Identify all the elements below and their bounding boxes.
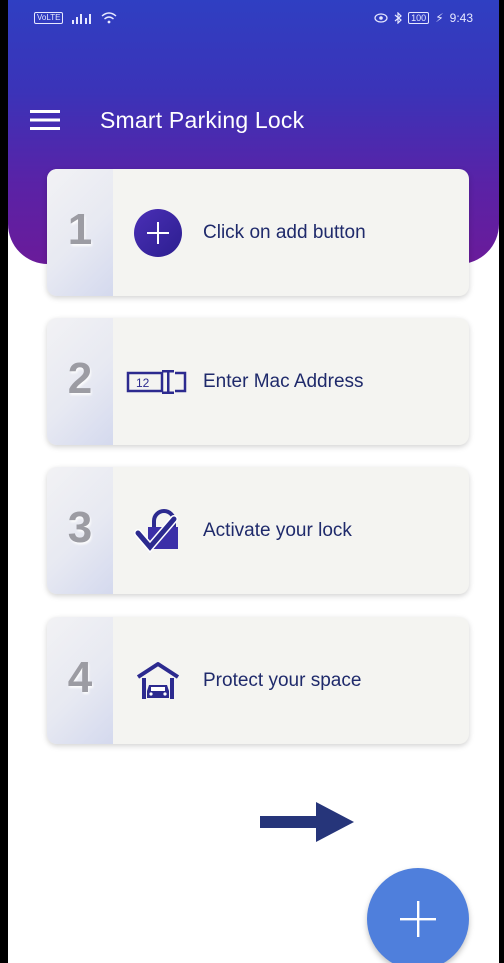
step-number: 1: [47, 169, 113, 296]
step-label: Protect your space: [203, 669, 362, 691]
step-number: 3: [47, 467, 113, 594]
charging-icon: ⚡: [435, 11, 444, 25]
bluetooth-icon: [394, 12, 403, 24]
step-number: 2: [47, 318, 113, 445]
status-bar: VoLTE 100 ⚡ 9:43: [8, 0, 499, 36]
add-circle-icon: [113, 208, 203, 258]
text-input-icon: 12: [113, 367, 203, 397]
step-label: Click on add button: [203, 221, 366, 243]
status-right: 100 ⚡ 9:43: [374, 11, 473, 25]
step-label: Enter Mac Address: [203, 370, 364, 392]
add-button[interactable]: [367, 868, 469, 963]
page-title: Smart Parking Lock: [100, 106, 305, 133]
clock: 9:43: [449, 11, 473, 25]
icon-digits: 12: [136, 376, 150, 390]
wifi-icon: [101, 12, 117, 24]
step-number: 4: [47, 617, 113, 744]
signal-icon: [72, 14, 92, 24]
app-toolbar: Smart Parking Lock: [8, 90, 499, 150]
step-card-3: 3 Activate your lock: [47, 467, 469, 594]
status-left: VoLTE: [34, 12, 117, 24]
pointer-arrow-icon: [260, 802, 354, 842]
garage-car-icon: [113, 661, 203, 701]
step-label: Activate your lock: [203, 519, 352, 541]
lock-check-icon: [113, 508, 203, 553]
step-card-2: 2 12 Enter Mac Address: [47, 318, 469, 445]
volte-badge: VoLTE: [34, 12, 64, 24]
plus-icon: [400, 901, 436, 937]
hamburger-menu-icon[interactable]: [30, 90, 90, 150]
step-card-4: 4 Protect your space: [47, 617, 469, 744]
eye-icon: [374, 13, 388, 23]
battery-level: 100: [408, 12, 430, 24]
step-card-1: 1 Click on add button: [47, 169, 469, 296]
